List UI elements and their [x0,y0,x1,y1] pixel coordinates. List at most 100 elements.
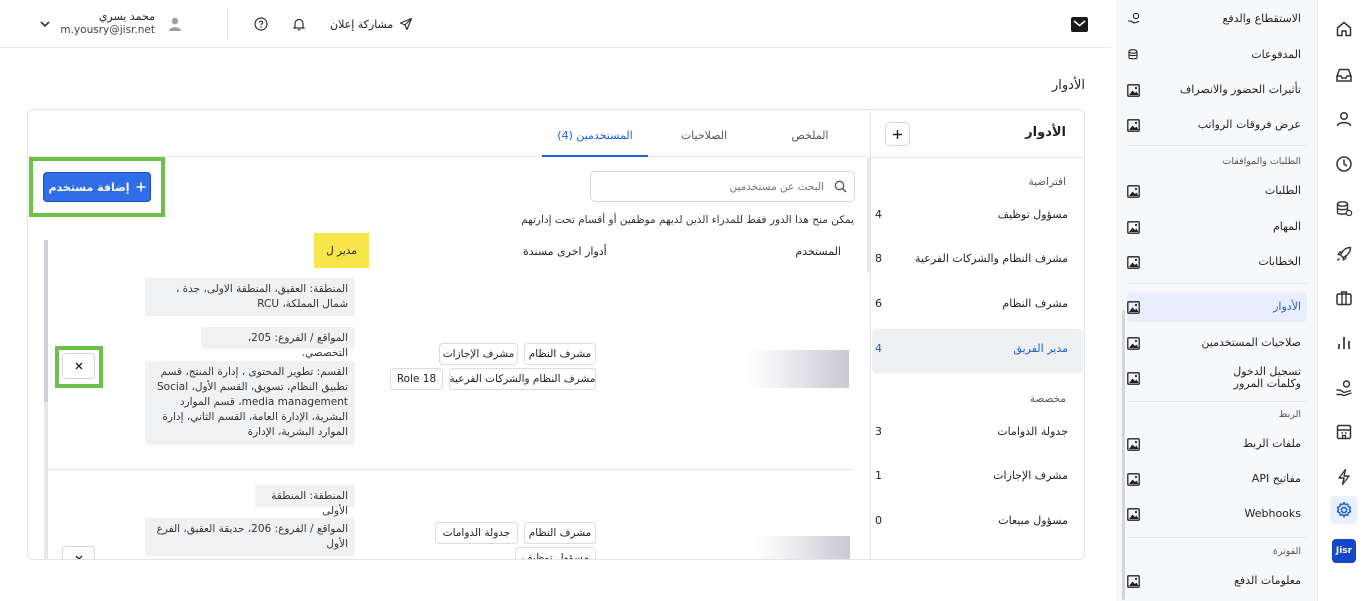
locations-info: المواقع / الفروع: 205، التخصصي. [201,327,355,359]
role-item[interactable]: جدولة الدوامات 3 [875,424,1068,438]
building-icon[interactable] [1330,418,1358,446]
sidebar-item-label: المهام [1273,220,1301,233]
image-icon [1127,83,1140,97]
section-requests: الطلبات والموافقات [1222,156,1301,167]
bell-icon[interactable] [291,16,307,32]
image-icon [1127,507,1140,521]
divider [1127,145,1307,146]
users-scrollbar-thumb[interactable] [44,240,48,402]
help-icon[interactable] [253,16,269,32]
role-tag: مشرف النظام والشركات الفرعية [449,368,596,390]
avatar[interactable] [165,14,185,34]
sidebar-item-login-passwords[interactable]: تسجيل الدخول وكلمات المرور [1127,363,1307,393]
role-item[interactable]: مشرف النظام والشركات الفرعية 8 [875,251,1068,265]
clock-icon[interactable] [1330,150,1358,178]
sidebar-item-label: مفاتيح API [1251,472,1301,485]
image-icon [1127,118,1140,132]
settings-icon[interactable] [1330,496,1358,524]
sidebar-item-api-keys[interactable]: مفاتيح API [1127,464,1307,494]
sidebar-item-letters[interactable]: الخطابات [1127,247,1307,277]
sidebar-item-requests[interactable]: الطلبات [1127,176,1307,206]
departments-info: القسم: تطوير المحتوى ، إدارة المنتج، قسم… [145,361,355,445]
share-ad-button[interactable]: مشاركة إعلان [330,15,413,33]
sidebar-item-label: صلاحيات المستخدمين [1201,336,1301,349]
sidebar-item-integration-files[interactable]: ملفات الربط [1127,429,1307,459]
plus-icon [136,182,146,192]
role-name: مشرف الإجازات [993,468,1068,482]
share-ad-label: مشاركة إعلان [330,17,394,31]
sidebar-item-tasks[interactable]: المهام [1127,212,1307,242]
chart-icon[interactable] [1330,329,1358,357]
divider [1127,283,1307,284]
sidebar-item-label: Webhooks [1244,507,1301,520]
plus-icon [893,129,902,139]
sidebar-item-user-permissions[interactable]: صلاحيات المستخدمين [1127,328,1307,358]
rocket-icon[interactable] [1330,240,1358,268]
sidebar-scrollbar[interactable] [1122,310,1125,600]
remove-user-button[interactable] [62,546,95,559]
sidebar-item-payments[interactable]: المدفوعات [1127,40,1307,70]
manager-badge-label: مدير ل [326,244,357,257]
sidebar-item-label: عرض فروقات الرواتب [1197,118,1301,131]
role-item[interactable]: مسؤول توظيف 4 [875,207,1068,221]
send-icon [399,17,413,31]
add-user-button[interactable]: إضافة مستخدم [43,172,151,202]
tab-summary[interactable]: الملخص [780,129,840,142]
home-icon[interactable] [1330,15,1358,43]
sidebar-item-label: معلومات الدفع [1234,574,1301,587]
add-role-button[interactable] [885,122,910,146]
sidebar-item-webhooks[interactable]: Webhooks [1127,499,1307,529]
image-icon [1127,300,1140,314]
sidebar-item-label: ملفات الربط [1242,437,1301,450]
sidebar-item-label: الطلبات [1264,184,1301,197]
collapse-sidebar-icon[interactable] [1069,15,1089,33]
image-icon [1127,255,1140,269]
sidebar-item-label: المدفوعات [1251,48,1301,61]
section-integration: الربط [1278,409,1301,420]
role-item-selected[interactable]: مدير الفريق 4 [875,341,1068,355]
column-header-other-roles: أدوار اخرى مسندة [523,245,607,258]
sidebar-item-roles[interactable]: الأدوار [1127,292,1307,322]
user-menu[interactable]: محمد يسري m.yousry@jisr.net [60,10,155,36]
inbox-icon[interactable] [1330,61,1358,89]
manager-badge: مدير ل [314,233,369,268]
sidebar-item-label: الاستقطاع والدفع [1222,12,1301,25]
role-item[interactable]: مشرف الإجازات 1 [875,468,1068,482]
role-count: 1 [875,468,882,482]
role-notice: يمكن منح هذا الدور فقط للمدراء الذين لدي… [521,214,854,226]
sidebar-item-payment-info[interactable]: معلومات الدفع [1127,566,1307,596]
sidebar-item-attendance-effects[interactable]: تأثيرات الحضور والانصراف [1127,75,1307,105]
role-item[interactable]: مشرف النظام 6 [875,296,1068,310]
user-avatar-blurred [755,536,850,559]
image-icon [1127,437,1140,451]
role-item[interactable]: مسؤول مبيعات 0 [875,513,1068,527]
remove-user-button[interactable] [62,353,95,379]
briefcase-icon[interactable] [1330,284,1358,312]
search-input[interactable] [599,177,824,197]
close-icon [75,362,82,370]
sidebar-item-deductions[interactable]: الاستقطاع والدفع [1127,4,1307,34]
chevron-down-icon[interactable] [38,17,52,31]
user-name: محمد يسري [98,10,155,23]
tab-users[interactable]: المستخدمين (4) [542,129,648,142]
person-icon[interactable] [1330,105,1358,133]
coins-icon[interactable] [1330,195,1358,223]
divider [1127,401,1307,402]
search-box[interactable] [590,171,855,202]
lightning-icon[interactable] [1330,463,1358,491]
page-title: الأدوار [1052,78,1085,93]
jisr-logo[interactable]: Jisr [1332,539,1356,563]
role-tag: Role 18 [390,368,443,390]
tab-permissions[interactable]: الصلاحيات [672,129,736,142]
role-name: مشرف النظام [1002,296,1068,310]
role-name: مشرف النظام والشركات الفرعية [915,251,1068,265]
jisr-logo-text: Jisr [1335,546,1353,556]
sidebar-item-payroll-diff[interactable]: عرض فروقات الرواتب [1127,110,1307,140]
custom-roles-heading: مخصصة [1029,393,1066,405]
role-count: 0 [875,513,882,527]
role-tag: جدولة الدوامات [435,522,518,544]
role-name: جدولة الدوامات [997,424,1068,438]
sidebar-item-label: الخطابات [1258,255,1301,268]
icon-rail: Jisr [1317,0,1368,601]
hand-coin-icon[interactable] [1330,374,1358,402]
